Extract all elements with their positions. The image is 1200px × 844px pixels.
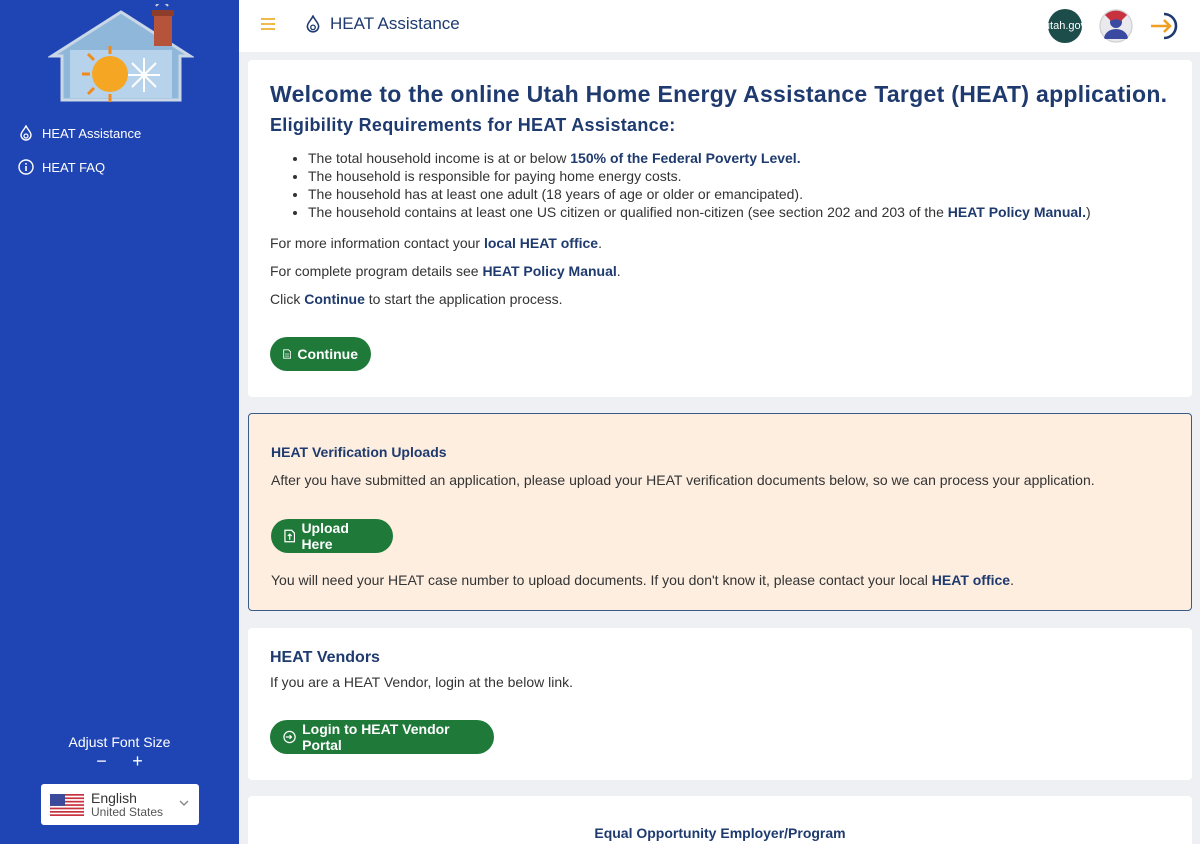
sidebar-item-heat-assistance[interactable]: HEAT Assistance: [0, 116, 239, 150]
flame-drop-icon: [306, 15, 320, 33]
language-selector[interactable]: English United States: [41, 784, 199, 825]
heat-logo: [48, 4, 194, 102]
utah-gov-logo-text: utah.gov: [1043, 20, 1087, 32]
us-flag-icon: [50, 793, 84, 816]
list-item: The household is responsible for paying …: [308, 167, 1170, 185]
contact-info: For more information contact your local …: [270, 235, 602, 251]
font-increase-button[interactable]: +: [131, 752, 145, 770]
side-nav: HEAT Assistance HEAT FAQ: [0, 116, 239, 184]
chevron-down-icon: [179, 800, 189, 806]
welcome-card: Welcome to the online Utah Home Energy A…: [248, 60, 1192, 397]
footer-text: Equal Opportunity Employer/Program: [594, 825, 846, 841]
uploads-note: You will need your HEAT case number to u…: [271, 572, 1014, 588]
program-details: For complete program details see HEAT Po…: [270, 263, 621, 279]
document-icon: [283, 349, 292, 359]
list-item: The household contains at least one US c…: [308, 203, 1170, 221]
sidebar-item-heat-faq[interactable]: HEAT FAQ: [0, 150, 239, 184]
local-office-link[interactable]: local HEAT office: [484, 235, 598, 251]
user-avatar[interactable]: [1099, 9, 1133, 43]
user-icon: [1099, 9, 1133, 43]
utah-gov-button[interactable]: utah.gov: [1044, 9, 1086, 43]
upload-document-icon: [284, 529, 296, 543]
uploads-description: After you have submitted an application,…: [271, 472, 1095, 488]
verification-uploads-card: HEAT Verification Uploads After you have…: [248, 413, 1192, 611]
vendors-description: If you are a HEAT Vendor, login at the b…: [270, 674, 573, 690]
font-decrease-button[interactable]: −: [95, 752, 109, 770]
continue-button[interactable]: Continue: [270, 337, 371, 371]
language-region: United States: [91, 804, 164, 819]
sidebar: HEAT Assistance HEAT FAQ Adjust Font Siz…: [0, 0, 239, 844]
footer-card: Equal Opportunity Employer/Program: [248, 796, 1192, 844]
flame-drop-icon: [18, 125, 34, 141]
upload-here-button[interactable]: Upload Here: [271, 519, 393, 553]
list-item: The household has at least one adult (18…: [308, 185, 1170, 203]
local-office-link[interactable]: HEAT office: [932, 572, 1010, 588]
language-name: English: [91, 789, 137, 806]
eligibility-heading: Eligibility Requirements for HEAT Assist…: [270, 115, 676, 135]
continue-instruction: Click Continue to start the application …: [270, 291, 563, 307]
vendors-card: HEAT Vendors If you are a HEAT Vendor, l…: [248, 628, 1192, 780]
vendor-login-button[interactable]: Login to HEAT Vendor Portal: [270, 720, 494, 754]
page-title: HEAT Assistance: [305, 14, 460, 34]
top-bar: HEAT Assistance utah.gov: [239, 0, 1200, 52]
font-size-label: Adjust Font Size: [68, 734, 171, 750]
font-size-control: Adjust Font Size − +: [0, 734, 239, 770]
info-icon: [18, 159, 34, 175]
sidebar-item-label: HEAT Assistance: [42, 125, 142, 141]
login-icon: [283, 730, 296, 744]
vendors-title: HEAT Vendors: [270, 649, 380, 666]
list-item: The total household income is at or belo…: [308, 149, 1170, 167]
hamburger-menu-icon[interactable]: [261, 18, 275, 30]
policy-manual-link[interactable]: HEAT Policy Manual: [482, 263, 616, 279]
sidebar-item-label: HEAT FAQ: [42, 159, 106, 175]
uploads-title: HEAT Verification Uploads: [271, 444, 447, 460]
logout-icon[interactable]: [1148, 9, 1184, 43]
page-title-text: HEAT Assistance: [330, 14, 460, 33]
welcome-heading: Welcome to the online Utah Home Energy A…: [270, 81, 1168, 107]
requirements-list: The total household income is at or belo…: [270, 149, 1170, 221]
policy-manual-link[interactable]: HEAT Policy Manual.: [948, 204, 1086, 220]
